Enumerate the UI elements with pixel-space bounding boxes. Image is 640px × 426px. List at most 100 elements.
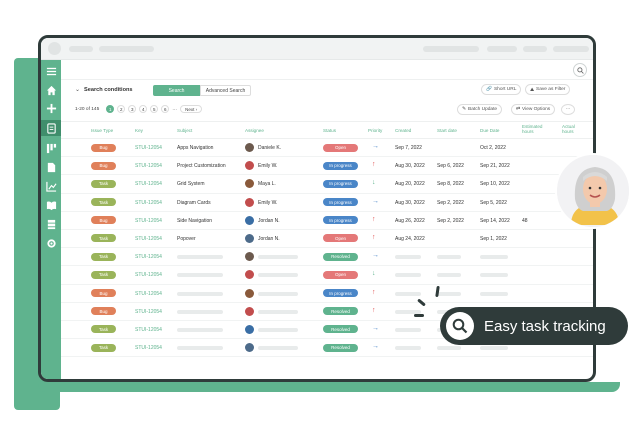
table-row[interactable]: Task STUI-12054 Grid System Maya L. In progr… bbox=[61, 175, 593, 194]
status-badge: Resolved bbox=[323, 325, 358, 334]
placeholder-bar bbox=[395, 346, 421, 351]
due-date: Sep 10, 2022 bbox=[480, 181, 510, 188]
menu-icon[interactable] bbox=[45, 65, 57, 77]
issue-key-link[interactable]: STUI-12054 bbox=[135, 309, 162, 315]
save-as-filter-label: Save as Filter bbox=[536, 87, 566, 92]
column-actual-hours[interactable]: Actual hours bbox=[562, 124, 586, 134]
issue-key-link[interactable]: STUI-12054 bbox=[135, 218, 162, 224]
add-icon[interactable] bbox=[45, 102, 57, 114]
column-assignee[interactable]: Assignee bbox=[245, 128, 264, 133]
column-created[interactable]: Created bbox=[395, 128, 411, 133]
feature-callout: Easy task tracking bbox=[440, 307, 628, 345]
issue-subject[interactable]: Grid System bbox=[177, 181, 205, 187]
column-due-date[interactable]: Due Date bbox=[480, 128, 499, 133]
column-key[interactable]: Key bbox=[135, 128, 143, 133]
window-control-icon bbox=[48, 42, 61, 55]
column-start-date[interactable]: Start date bbox=[437, 128, 457, 133]
issue-key-link[interactable]: STUI-12054 bbox=[135, 291, 162, 297]
priority-high-icon: ↑ bbox=[372, 215, 376, 223]
issue-key-link[interactable]: STUI-12054 bbox=[135, 345, 162, 351]
column-priority[interactable]: Priority bbox=[368, 128, 382, 133]
status-badge: Open bbox=[323, 143, 358, 152]
due-date: Oct 2, 2022 bbox=[480, 145, 506, 151]
tab-advanced-search[interactable]: Advanced Search bbox=[200, 85, 251, 96]
issue-key-link[interactable]: STUI-12054 bbox=[135, 327, 162, 333]
wiki-icon[interactable] bbox=[45, 199, 57, 211]
issue-key-link[interactable]: STUI-12054 bbox=[135, 236, 162, 242]
home-icon[interactable] bbox=[45, 84, 57, 96]
swap-icon: ⇄ bbox=[516, 107, 521, 112]
column-subject[interactable]: Subject bbox=[177, 128, 192, 133]
placeholder-bar bbox=[177, 309, 223, 314]
issue-key-link[interactable]: STUI-12054 bbox=[135, 200, 162, 206]
issue-subject[interactable]: Project Customization bbox=[177, 163, 226, 169]
placeholder-bar bbox=[258, 327, 298, 332]
issue-key-link[interactable]: STUI-12054 bbox=[135, 254, 162, 260]
column-estimated-hours[interactable]: Estimated hours bbox=[522, 124, 550, 134]
priority-high-icon: ↑ bbox=[372, 161, 376, 169]
issue-key-link[interactable]: STUI-12054 bbox=[135, 145, 162, 151]
placeholder-bar bbox=[437, 255, 461, 260]
files-icon[interactable] bbox=[45, 218, 57, 230]
next-page-button[interactable]: Next › bbox=[180, 105, 203, 113]
created-date: Aug 26, 2022 bbox=[395, 217, 425, 224]
status-badge: In progress bbox=[323, 216, 358, 225]
issue-key-link[interactable]: STUI-12054 bbox=[135, 181, 162, 187]
page-button[interactable]: 6 bbox=[161, 105, 170, 113]
table-row[interactable]: Task STUI-12054 Popover Jordan N. Open ↑ Aug 2… bbox=[61, 230, 593, 249]
table-row[interactable]: Bug STUI-12054 Apps Navigation Daniele K. Op… bbox=[61, 139, 593, 158]
issue-subject[interactable]: Diagram Cards bbox=[177, 200, 211, 206]
start-date: Sep 8, 2022 bbox=[437, 181, 464, 188]
search-icon bbox=[446, 312, 474, 340]
board-icon[interactable] bbox=[45, 142, 57, 154]
column-issue-type[interactable]: Issue Type bbox=[91, 128, 113, 133]
chevron-down-icon: ⌄ bbox=[75, 87, 81, 93]
placeholder-bar bbox=[480, 291, 508, 296]
issue-type-badge: Bug bbox=[91, 307, 116, 316]
avatar bbox=[245, 179, 254, 189]
table-row[interactable]: Task STUI-12054 Diagram Cards Emily W. In pr… bbox=[61, 194, 593, 212]
status-badge: Open bbox=[323, 270, 358, 279]
save-as-filter-button[interactable]: ⛰ Save as Filter bbox=[525, 84, 571, 95]
issues-icon[interactable] bbox=[41, 120, 61, 136]
short-url-label: Short URL bbox=[493, 87, 517, 92]
table-row[interactable]: Task STUI-12054 Resolved → bbox=[61, 248, 593, 267]
priority-high-icon: ↑ bbox=[372, 288, 376, 296]
avatar bbox=[245, 233, 254, 243]
chart-icon[interactable] bbox=[45, 180, 57, 192]
table-row[interactable]: Bug STUI-12054 In progress ↑ bbox=[61, 285, 593, 303]
settings-icon[interactable] bbox=[45, 237, 57, 249]
short-url-button[interactable]: 🔗 Short URL bbox=[481, 84, 522, 95]
batch-update-button[interactable]: ✎ Batch Update bbox=[457, 104, 503, 115]
page-button[interactable]: 4 bbox=[139, 105, 148, 113]
due-date: Sep 1, 2022 bbox=[480, 235, 507, 242]
document-icon[interactable] bbox=[45, 161, 57, 173]
issue-subject[interactable]: Side Navigation bbox=[177, 218, 212, 224]
placeholder-bar bbox=[177, 255, 223, 260]
due-date: Sep 5, 2022 bbox=[480, 199, 507, 206]
search-conditions-label: Search conditions bbox=[84, 86, 133, 93]
table-row[interactable]: Bug STUI-12054 Project Customization Emily … bbox=[61, 157, 593, 176]
page-button[interactable]: 5 bbox=[150, 105, 159, 113]
titlebar-placeholder bbox=[423, 46, 479, 52]
priority-low-icon: ↓ bbox=[372, 270, 376, 278]
view-options-button[interactable]: ⇄ View Options bbox=[511, 104, 556, 115]
placeholder-bar bbox=[177, 291, 223, 296]
issue-key-link[interactable]: STUI-12054 bbox=[135, 272, 162, 278]
page-button[interactable]: 1 bbox=[106, 105, 115, 113]
table-row[interactable]: Task STUI-12054 Open ↓ bbox=[61, 266, 593, 285]
more-options-button[interactable]: ··· bbox=[561, 104, 575, 115]
issue-subject[interactable]: Popover bbox=[177, 236, 196, 242]
column-status[interactable]: Status bbox=[323, 128, 336, 133]
issue-subject[interactable]: Apps Navigation bbox=[177, 145, 213, 151]
placeholder-bar bbox=[258, 273, 298, 278]
issue-key-link[interactable]: STUI-12054 bbox=[135, 163, 162, 169]
page-button[interactable]: 3 bbox=[128, 105, 137, 113]
search-conditions-toggle[interactable]: ⌄ Search conditions bbox=[75, 86, 133, 94]
titlebar-placeholder bbox=[523, 46, 547, 52]
tab-search[interactable]: Search bbox=[153, 85, 200, 96]
placeholder-bar bbox=[395, 327, 421, 332]
page-button[interactable]: 2 bbox=[117, 105, 126, 113]
global-search-icon[interactable] bbox=[573, 63, 587, 77]
table-row[interactable]: Bug STUI-12054 Side Navigation Jordan N. In … bbox=[61, 212, 593, 230]
